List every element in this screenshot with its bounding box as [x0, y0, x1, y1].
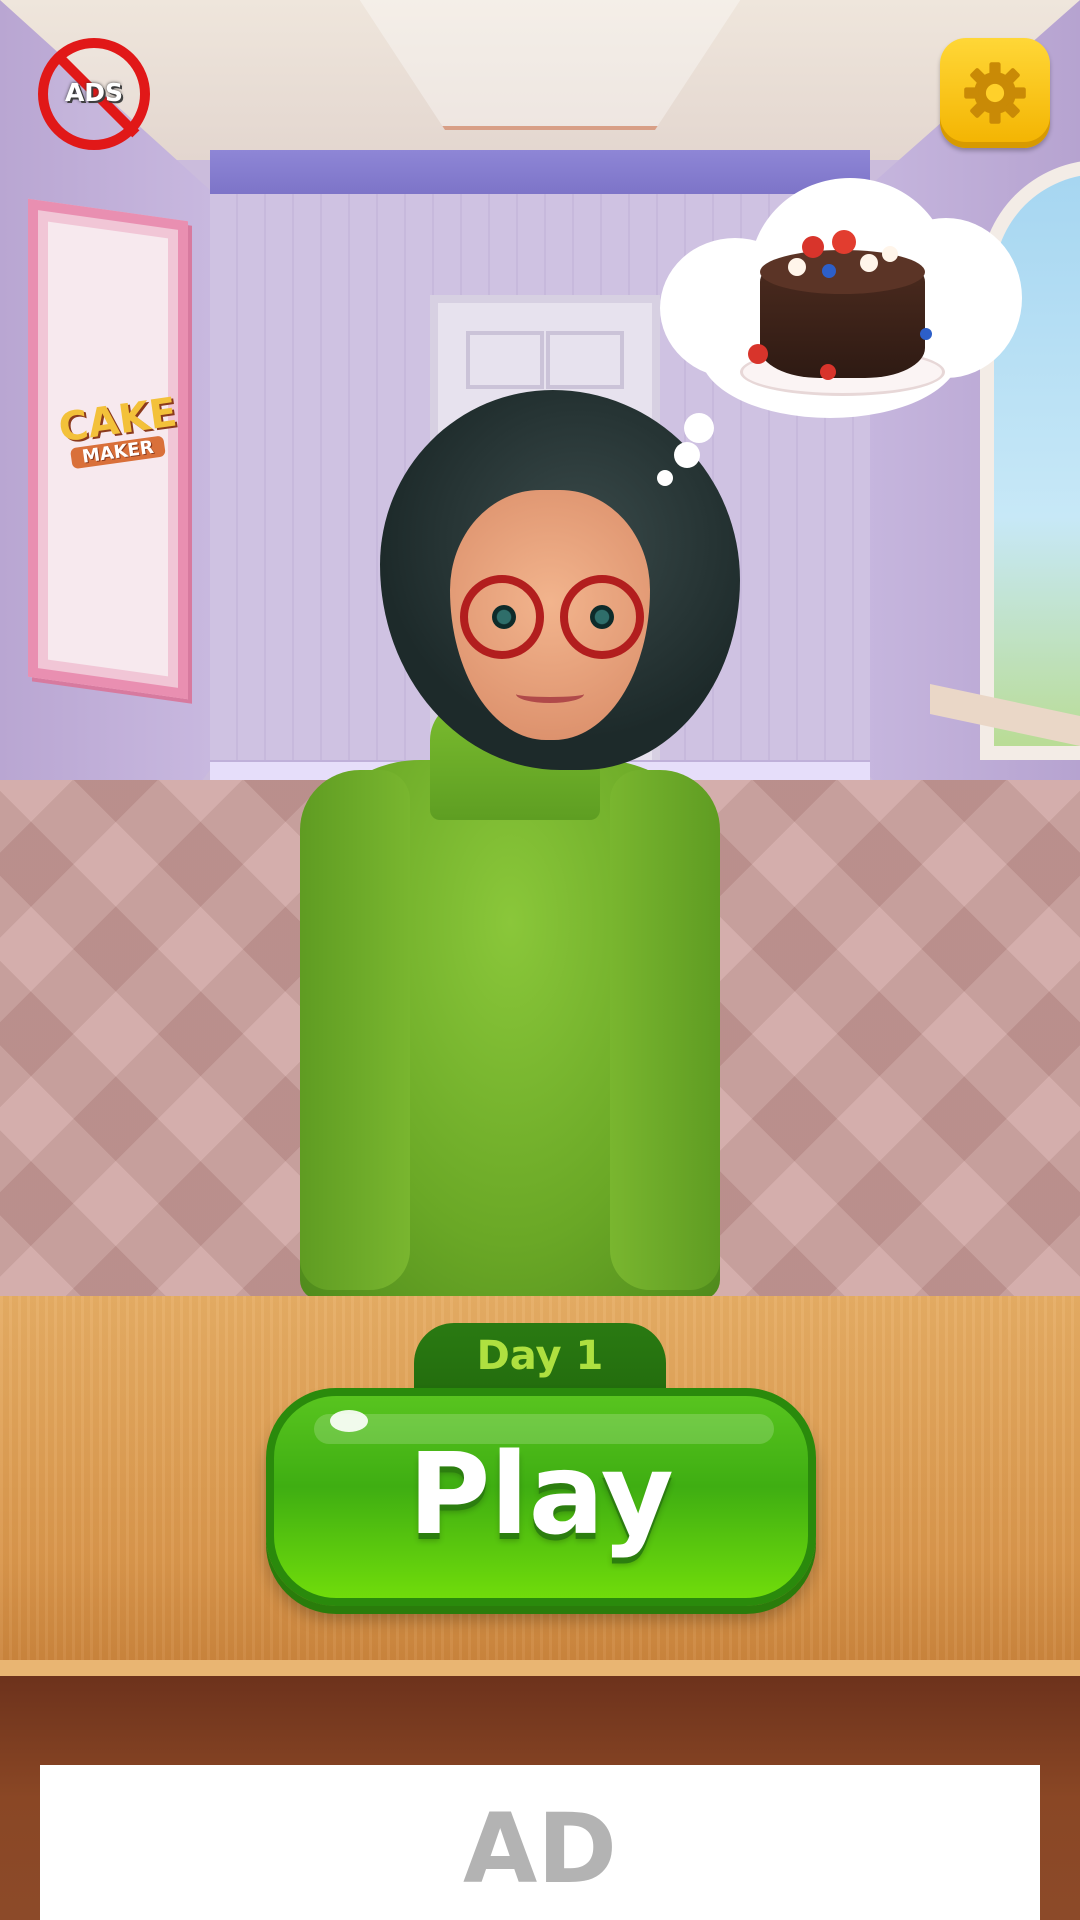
table-edge: [0, 1660, 1080, 1676]
right-sleeve: [610, 770, 720, 1290]
remove-ads-button[interactable]: ADS: [38, 38, 150, 150]
thought-bubble: [660, 178, 1022, 418]
smile: [516, 685, 584, 703]
no-ads-label: ADS: [64, 78, 124, 107]
settings-button[interactable]: [940, 38, 1050, 148]
room-background: CAKE MAKER: [0, 0, 1080, 1300]
ad-banner[interactable]: AD: [40, 1765, 1040, 1920]
left-sleeve: [300, 770, 410, 1290]
ad-label: AD: [463, 1793, 617, 1905]
character-girl: [300, 380, 740, 1300]
thought-dot-small: [657, 470, 673, 486]
gear-icon: [964, 62, 1026, 124]
glasses-left-lens: [460, 575, 544, 659]
play-button-gloss: [330, 1410, 368, 1432]
play-label: Play: [408, 1430, 674, 1560]
glasses-right-lens: [560, 575, 644, 659]
thought-dot-medium: [674, 442, 700, 468]
day-label: Day 1: [476, 1333, 604, 1379]
cake-icon: [740, 218, 945, 398]
play-button[interactable]: Play: [266, 1388, 816, 1606]
